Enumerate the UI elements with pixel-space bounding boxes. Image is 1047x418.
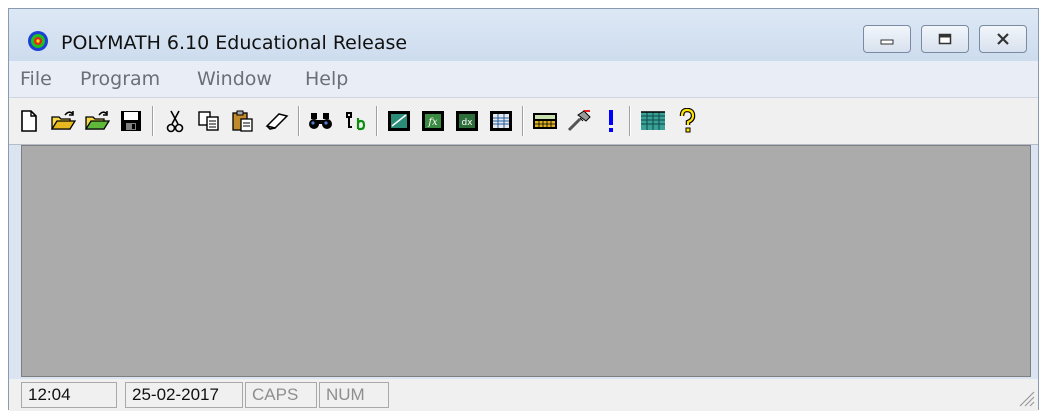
close-icon (996, 30, 1010, 49)
find-icon[interactable] (307, 106, 335, 136)
paste-icon[interactable] (229, 106, 257, 136)
open-library-icon[interactable] (83, 106, 111, 136)
menu-help[interactable]: Help (305, 68, 348, 90)
menu-bar: File Program Window Help (9, 61, 1038, 97)
window-title: POLYMATH 6.10 Educational Release (61, 32, 408, 54)
status-time: 12:04 (21, 382, 117, 408)
toolbar-separator (376, 106, 378, 136)
help-icon[interactable] (673, 106, 701, 136)
restore-icon (938, 30, 952, 49)
status-num: NUM (319, 382, 389, 408)
close-button[interactable] (979, 25, 1027, 53)
svg-text:dx: dx (461, 118, 473, 128)
toolbar-separator (522, 106, 524, 136)
status-bar: 12:04 25-02-2017 CAPS NUM (9, 379, 1038, 411)
table-icon[interactable] (487, 106, 515, 136)
resize-grip-icon[interactable] (1017, 389, 1035, 411)
function-icon[interactable]: fx (419, 106, 447, 136)
run-icon[interactable] (597, 106, 625, 136)
eraser-icon[interactable] (263, 106, 291, 136)
svg-text:fx: fx (427, 117, 438, 128)
toolbar-separator (298, 106, 300, 136)
toolbar-separator (629, 106, 631, 136)
minimize-icon (880, 30, 894, 49)
save-icon[interactable] (117, 106, 145, 136)
cut-icon[interactable] (161, 106, 189, 136)
polymath-app-icon[interactable] (27, 30, 49, 52)
toolbar: fx dx (9, 97, 1038, 145)
copy-icon[interactable] (195, 106, 223, 136)
grid-icon[interactable] (639, 106, 667, 136)
calculator-icon[interactable] (531, 106, 559, 136)
graph-icon[interactable] (385, 106, 413, 136)
app-window: POLYMATH 6.10 Educational Release File P… (8, 8, 1039, 411)
title-bar[interactable]: POLYMATH 6.10 Educational Release (9, 9, 1038, 61)
menu-program[interactable]: Program (80, 68, 160, 90)
units-icon[interactable] (341, 106, 369, 136)
status-date: 25-02-2017 (125, 382, 243, 408)
tools-icon[interactable] (565, 106, 593, 136)
open-file-icon[interactable] (49, 106, 77, 136)
minimize-button[interactable] (863, 25, 911, 53)
maximize-button[interactable] (921, 25, 969, 53)
derivative-icon[interactable]: dx (453, 106, 481, 136)
menu-file[interactable]: File (20, 68, 52, 90)
menu-window[interactable]: Window (197, 68, 272, 90)
status-caps: CAPS (245, 382, 317, 408)
mdi-workspace[interactable] (21, 145, 1031, 377)
new-file-icon[interactable] (15, 106, 43, 136)
toolbar-separator (152, 106, 154, 136)
